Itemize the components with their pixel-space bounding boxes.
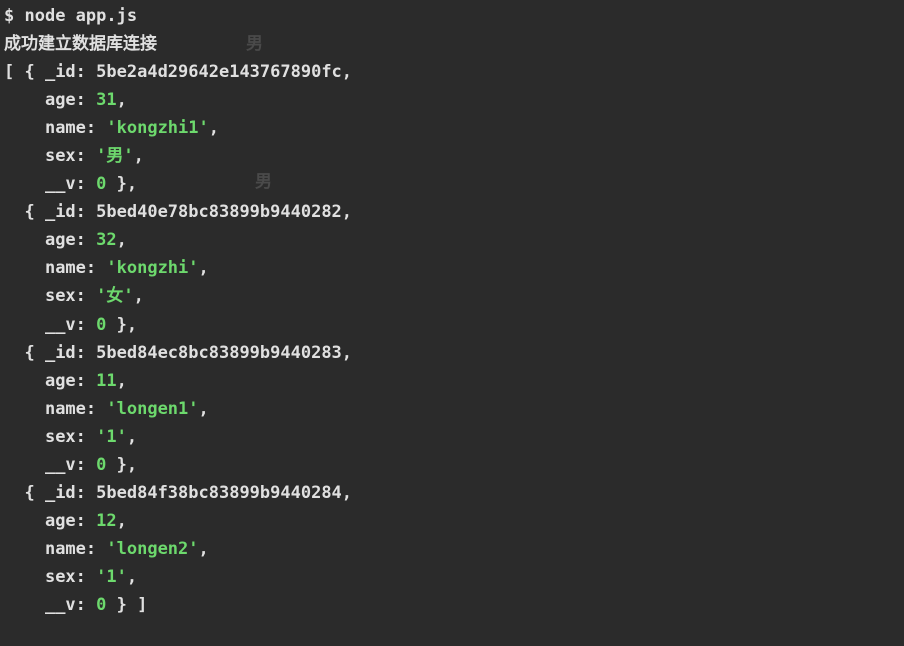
command-text: node app.js	[25, 6, 138, 26]
prompt-symbol: $	[4, 6, 14, 26]
output-line: age: 12,	[4, 507, 900, 535]
output-line: __v: 0 } ]	[4, 591, 900, 619]
output-line: name: 'kongzhi1',	[4, 114, 900, 142]
output-line: name: 'longen1',	[4, 395, 900, 423]
output-line: sex: '1',	[4, 423, 900, 451]
terminal-output: $ node app.js 成功建立数据库连接 [ { _id: 5be2a4d…	[4, 2, 900, 619]
output-line: __v: 0 },	[4, 170, 900, 198]
output-line: age: 32,	[4, 226, 900, 254]
output-line: sex: '女',	[4, 282, 900, 310]
command-line: $ node app.js	[4, 2, 900, 30]
output-line: { _id: 5bed40e78bc83899b9440282,	[4, 198, 900, 226]
output-line: age: 31,	[4, 86, 900, 114]
output-line: __v: 0 },	[4, 311, 900, 339]
output-line: sex: '1',	[4, 563, 900, 591]
output-line: age: 11,	[4, 367, 900, 395]
output-line: name: 'longen2',	[4, 535, 900, 563]
connection-message: 成功建立数据库连接	[4, 30, 900, 58]
output-line: sex: '男',	[4, 142, 900, 170]
output-line: __v: 0 },	[4, 451, 900, 479]
output-line: { _id: 5bed84ec8bc83899b9440283,	[4, 339, 900, 367]
output-line: { _id: 5bed84f38bc83899b9440284,	[4, 479, 900, 507]
output-line: name: 'kongzhi',	[4, 254, 900, 282]
output-line: [ { _id: 5be2a4d29642e143767890fc,	[4, 58, 900, 86]
